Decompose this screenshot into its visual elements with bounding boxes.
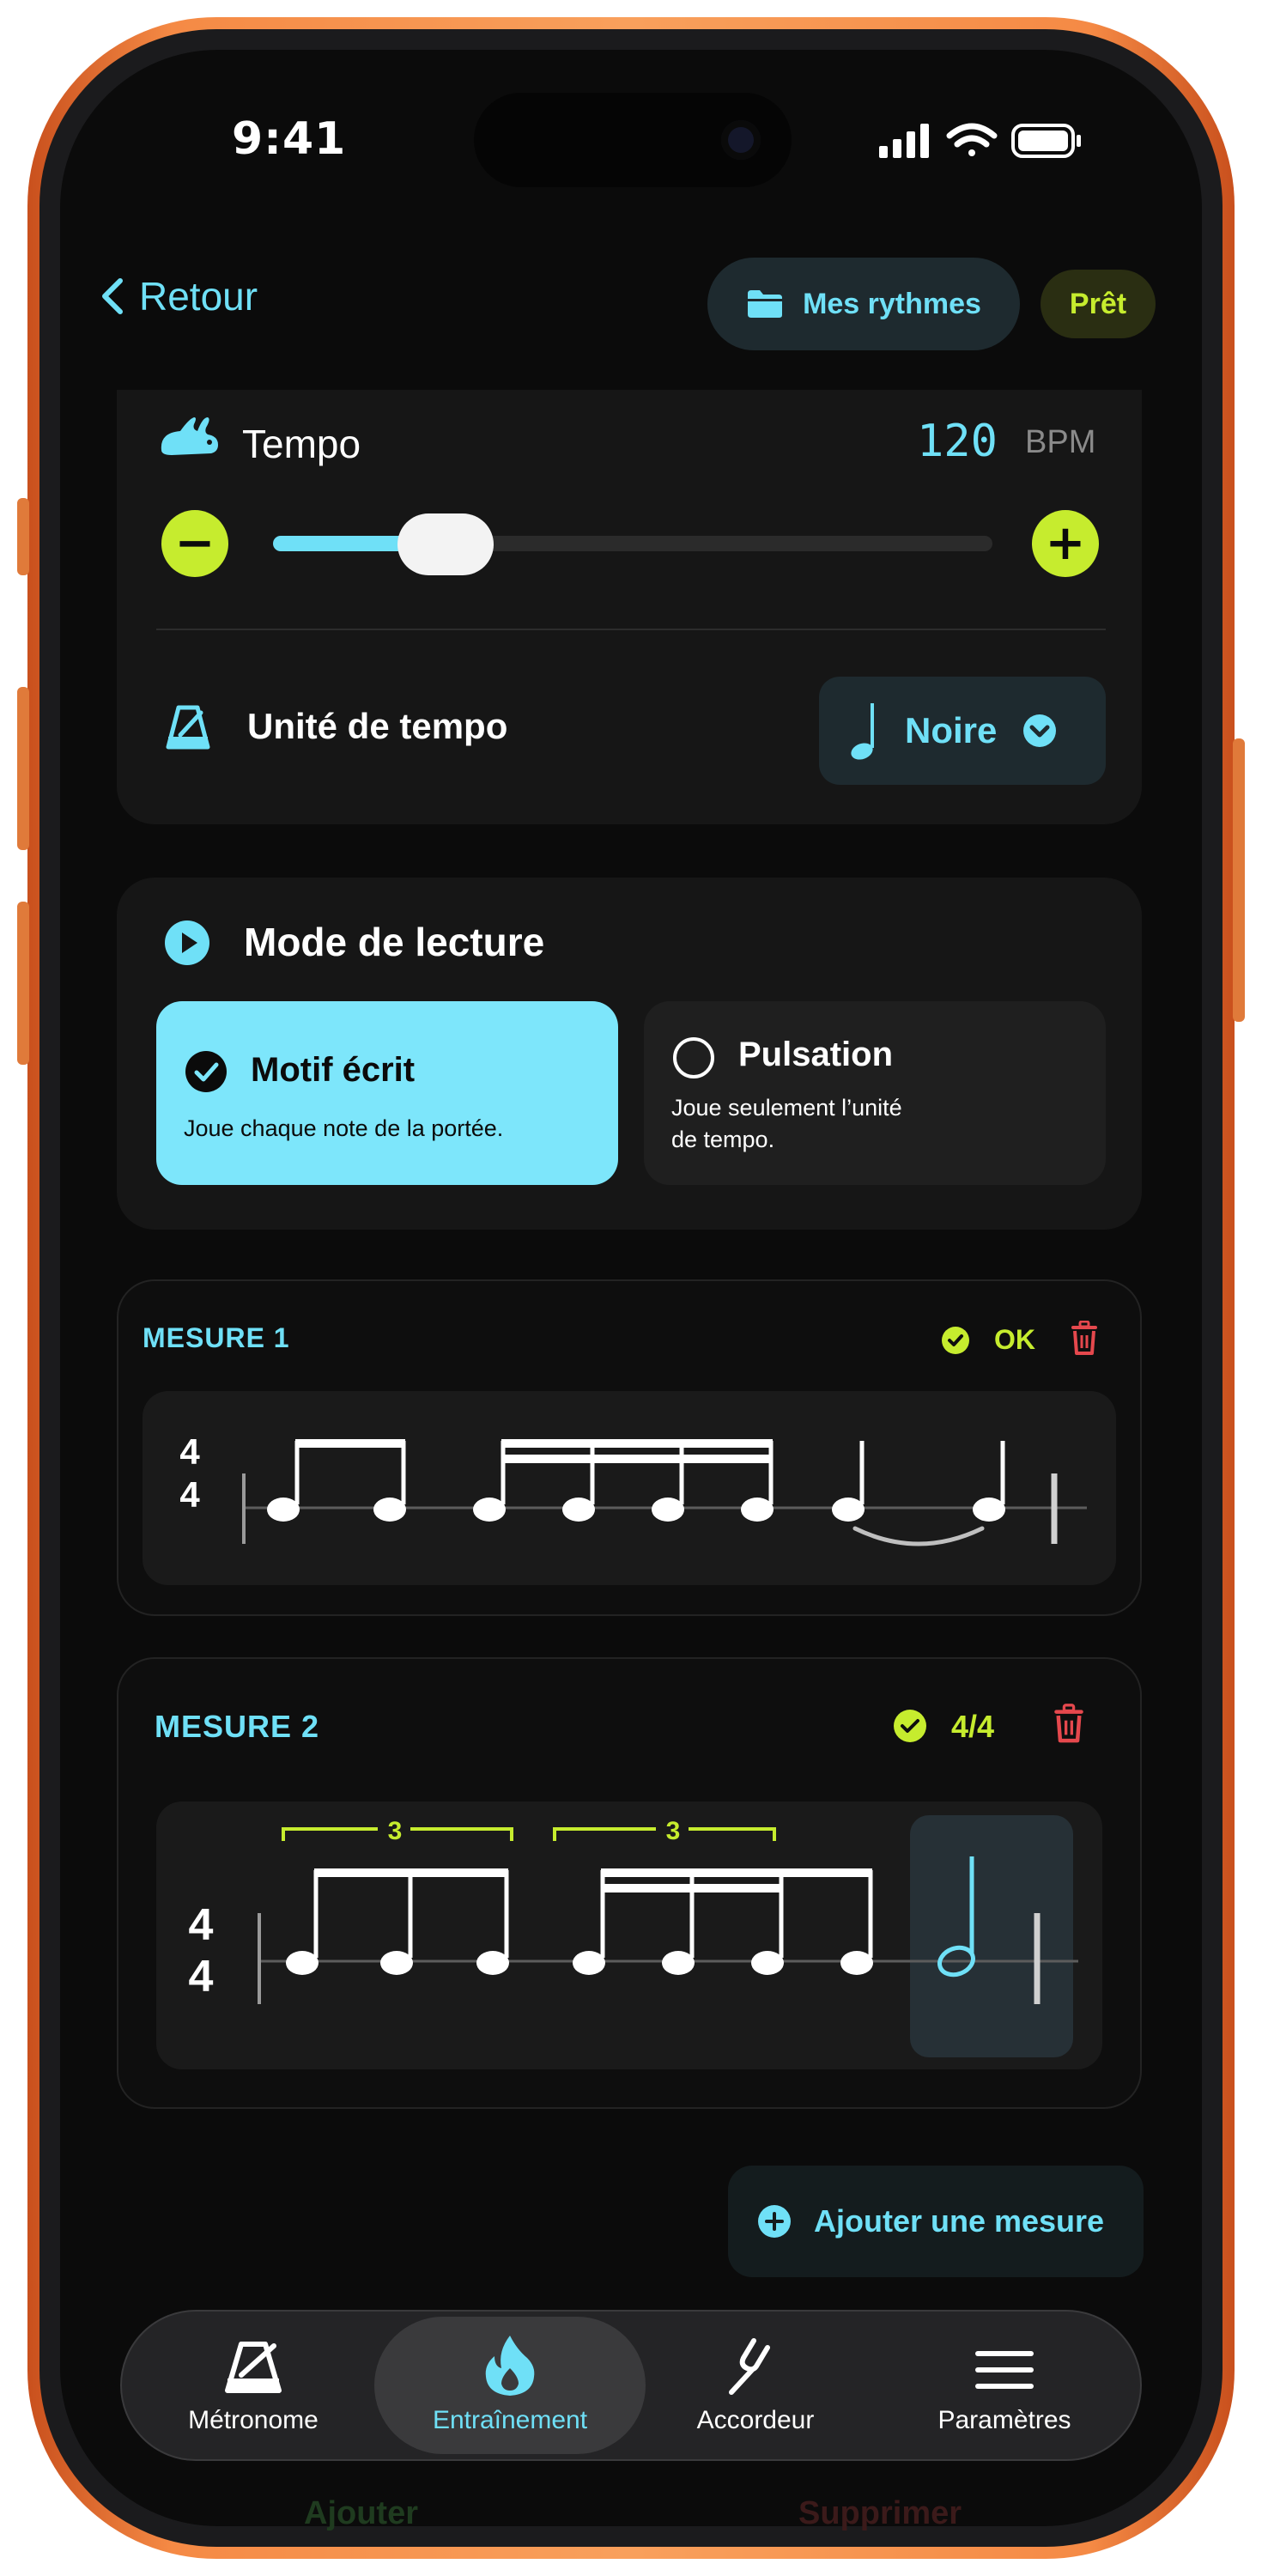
- note-head: [751, 1951, 784, 1975]
- status-time: 9:41: [232, 113, 347, 165]
- tab-label: Accordeur: [696, 2406, 815, 2434]
- sixteenth-notes-group: [573, 1868, 873, 1975]
- beam: [314, 1868, 508, 1877]
- tempo-decrease-button[interactable]: −: [161, 510, 228, 577]
- beam: [601, 1868, 872, 1877]
- divider: [156, 629, 1106, 630]
- side-button: [17, 498, 29, 575]
- note-head: [652, 1498, 684, 1522]
- mode-option-description: Joue seulement l’unité de tempo.: [671, 1095, 902, 1152]
- wifi-icon: [946, 123, 998, 156]
- metronome-icon: [225, 2342, 282, 2393]
- check-circle-icon: [894, 1710, 926, 1742]
- check-circle-icon: [942, 1327, 969, 1354]
- eighth-triplet-group: [286, 1868, 509, 1975]
- my-rhythms-label: Mes rythmes: [803, 287, 981, 320]
- tab-metronome[interactable]: Métronome: [155, 2310, 352, 2461]
- tab-tuner[interactable]: Accordeur: [670, 2310, 841, 2461]
- note-head: [662, 1951, 695, 1975]
- mode-option-title: Pulsation: [738, 1036, 894, 1073]
- tab-label: Paramètres: [937, 2406, 1071, 2434]
- beam: [501, 1439, 773, 1448]
- tempo-slider-thumb[interactable]: [397, 513, 494, 575]
- signal-icon: [879, 124, 929, 158]
- volume-down-button: [17, 902, 29, 1065]
- tempo-increase-button[interactable]: +: [1032, 510, 1099, 577]
- note-head: [573, 1951, 605, 1975]
- note-head: [840, 1951, 873, 1975]
- tuplet-label: 3: [666, 1817, 681, 1845]
- note-head: [562, 1498, 595, 1522]
- camera: [721, 120, 761, 160]
- mode-option-written[interactable]: Motif écrit Joue chaque note de la porté…: [156, 1001, 618, 1185]
- back-label: Retour: [139, 274, 258, 319]
- tempo-unit-label: Unité de tempo: [247, 706, 508, 746]
- tied-quarter-notes: [832, 1441, 1005, 1546]
- measure-status: 4/4: [951, 1709, 995, 1744]
- chevron-down-icon: [1023, 714, 1057, 747]
- tab-bar-items: Métronome Entraînement Accordeur Paramèt…: [120, 2310, 1142, 2461]
- power-button: [1233, 738, 1245, 1022]
- tempo-unit-select[interactable]: Noire: [819, 677, 1106, 785]
- ready-badge: Prêt: [1041, 270, 1156, 338]
- battery-icon: [1011, 124, 1081, 158]
- note-head: [476, 1951, 509, 1975]
- mode-option-title: Motif écrit: [251, 1051, 416, 1089]
- radio-empty-icon: [673, 1037, 714, 1078]
- tuning-fork-icon: [729, 2338, 770, 2395]
- tempo-unit-value: Noire: [905, 710, 998, 750]
- add-measure-button[interactable]: Ajouter une mesure: [728, 2166, 1144, 2277]
- measure-title: MESURE 2: [155, 1709, 320, 1744]
- sixteenth-notes-group: [473, 1439, 774, 1522]
- metronome-icon: [166, 705, 210, 750]
- quarter-note-icon: [851, 703, 874, 760]
- ghost-add-label: Ajouter: [304, 2495, 418, 2531]
- play-mode-title: Mode de lecture: [244, 920, 545, 964]
- beam: [501, 1455, 773, 1463]
- tab-label: Entraînement: [432, 2406, 588, 2434]
- ghost-delete-label: Supprimer: [798, 2495, 962, 2531]
- plus-circle-icon: [758, 2205, 791, 2238]
- trash-icon[interactable]: [1070, 1321, 1099, 1355]
- tab-settings[interactable]: Paramètres: [910, 2310, 1099, 2461]
- rabbit-icon: [161, 417, 218, 455]
- staff-measure-1: [242, 1439, 1087, 1546]
- tie: [852, 1526, 985, 1546]
- note-head: [741, 1498, 774, 1522]
- status-icons: [879, 123, 1081, 158]
- menu-icon: [975, 2351, 1034, 2389]
- note-head: [373, 1498, 406, 1522]
- my-rhythms-button[interactable]: Mes rythmes: [707, 258, 1020, 350]
- tab-training[interactable]: Entraînement: [374, 2310, 646, 2461]
- tab-label: Métronome: [188, 2406, 319, 2434]
- note-head: [832, 1498, 865, 1522]
- volume-up-button: [17, 687, 29, 850]
- bpm-unit: BPM: [1025, 424, 1096, 460]
- staff-measure-2: 3 3: [258, 1817, 1078, 2004]
- triplet-bracket: [553, 1827, 776, 1841]
- flame-icon: [485, 2336, 535, 2396]
- back-button[interactable]: Retour: [101, 273, 258, 319]
- add-measure-label: Ajouter une mesure: [814, 2203, 1105, 2239]
- trash-icon[interactable]: [1053, 1704, 1085, 1743]
- check-circle-icon: [185, 1051, 227, 1092]
- mode-option-description: Joue chaque note de la portée.: [184, 1115, 504, 1141]
- tuplet-label: 3: [388, 1817, 403, 1845]
- mode-option-pulse[interactable]: Pulsation Joue seulement l’unité de tempo…: [644, 1001, 1106, 1185]
- beam: [601, 1884, 783, 1893]
- note-head: [380, 1951, 413, 1975]
- bpm-value: 120: [917, 416, 998, 467]
- measure-status: OK: [994, 1324, 1035, 1355]
- tempo-label: Tempo: [242, 422, 361, 466]
- measure-title: MESURE 1: [143, 1322, 290, 1353]
- chevron-left-icon: [102, 278, 123, 314]
- note-head: [973, 1498, 1005, 1522]
- beam: [295, 1439, 405, 1448]
- play-icon: [165, 920, 209, 965]
- note-head: [286, 1951, 319, 1975]
- note-head: [473, 1498, 506, 1522]
- folder-icon: [748, 290, 783, 318]
- eighth-notes-group: [267, 1439, 406, 1522]
- note-head: [267, 1498, 300, 1522]
